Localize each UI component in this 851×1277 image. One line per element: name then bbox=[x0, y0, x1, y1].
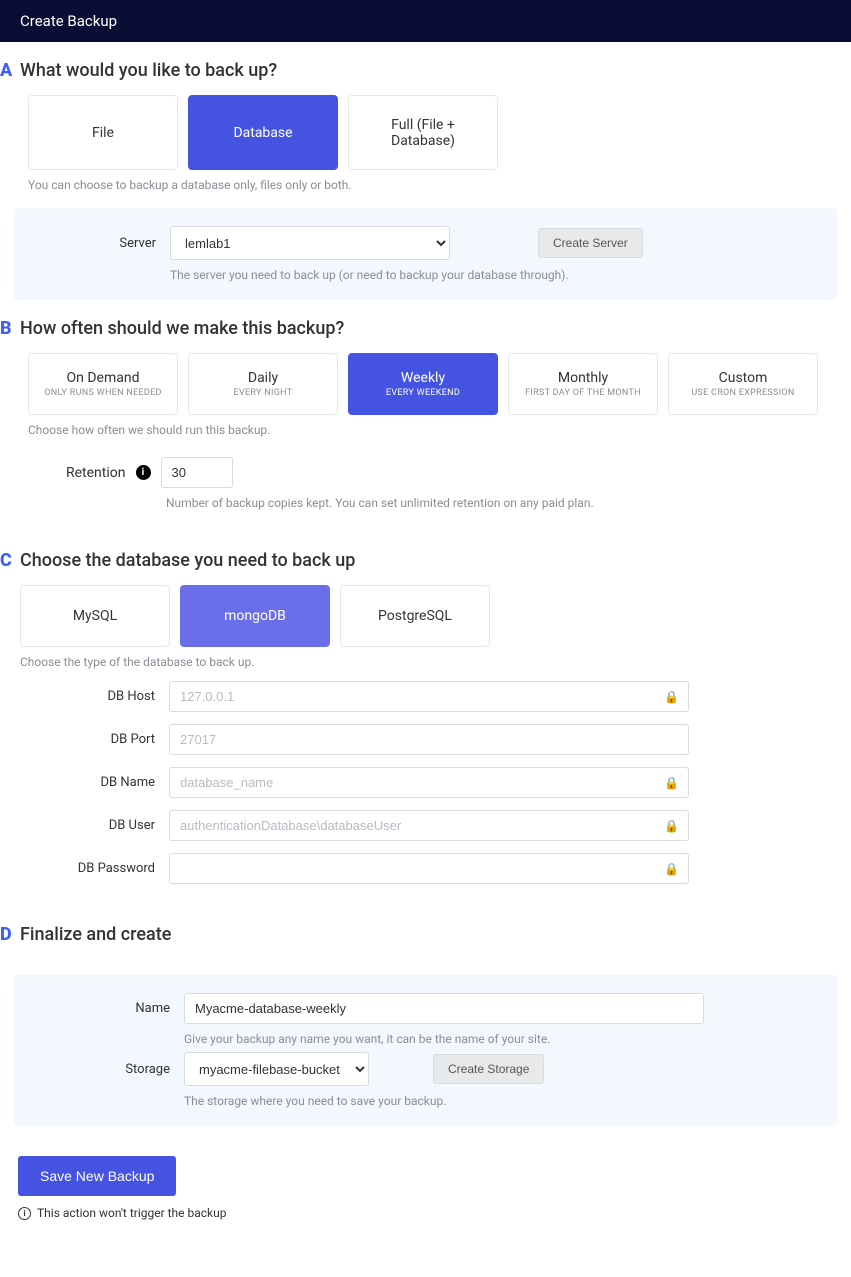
db-host-input[interactable] bbox=[169, 681, 689, 712]
lock-icon: 🔒 bbox=[664, 776, 679, 790]
server-label: Server bbox=[36, 236, 156, 251]
freq-custom[interactable]: Custom USE CRON EXPRESSION bbox=[668, 353, 818, 415]
db-host-label: DB Host bbox=[20, 689, 155, 704]
section-letter-b: B bbox=[0, 318, 18, 339]
name-helper: Give your backup any name you want, it c… bbox=[184, 1032, 815, 1046]
db-mongodb[interactable]: mongoDB bbox=[180, 585, 330, 647]
section-a-heading: A What would you like to back up? bbox=[0, 60, 851, 95]
server-select[interactable]: lemlab1 bbox=[170, 226, 450, 260]
storage-select[interactable]: myacme-filebase-bucket bbox=[184, 1052, 369, 1086]
db-password-input[interactable] bbox=[169, 853, 689, 884]
section-finalize: D Finalize and create Name Give your bac… bbox=[0, 924, 851, 1126]
create-server-button[interactable]: Create Server bbox=[538, 228, 643, 258]
freq-daily[interactable]: Daily EVERY NIGHT bbox=[188, 353, 338, 415]
section-letter-c: C bbox=[0, 550, 18, 571]
db-port-input[interactable] bbox=[169, 724, 689, 755]
backup-type-helper: You can choose to backup a database only… bbox=[28, 178, 831, 192]
db-postgresql[interactable]: PostgreSQL bbox=[340, 585, 490, 647]
section-letter-d: D bbox=[0, 924, 18, 945]
db-user-input[interactable] bbox=[169, 810, 689, 841]
section-b-heading: B How often should we make this backup? bbox=[0, 318, 851, 353]
retention-label: Retention bbox=[66, 465, 126, 481]
section-c-heading: C Choose the database you need to back u… bbox=[0, 550, 851, 585]
save-backup-button[interactable]: Save New Backup bbox=[18, 1156, 176, 1196]
page-header: Create Backup bbox=[0, 0, 851, 42]
db-name-label: DB Name bbox=[20, 775, 155, 790]
section-d-heading: D Finalize and create bbox=[0, 924, 851, 959]
section-frequency: B How often should we make this backup? … bbox=[0, 318, 851, 510]
db-name-input[interactable] bbox=[169, 767, 689, 798]
storage-helper: The storage where you need to save your … bbox=[184, 1094, 815, 1108]
freq-helper: Choose how often we should run this back… bbox=[28, 423, 831, 437]
lock-icon: 🔒 bbox=[664, 862, 679, 876]
section-letter-a: A bbox=[0, 60, 18, 81]
backup-type-file[interactable]: File bbox=[28, 95, 178, 170]
freq-ondemand[interactable]: On Demand ONLY RUNS WHEN NEEDED bbox=[28, 353, 178, 415]
backup-name-input[interactable] bbox=[184, 993, 704, 1024]
backup-type-full[interactable]: Full (File + Database) bbox=[348, 95, 498, 170]
lock-icon: 🔒 bbox=[664, 690, 679, 704]
footer-note: i This action won't trigger the backup bbox=[18, 1206, 833, 1220]
db-user-label: DB User bbox=[20, 818, 155, 833]
db-helper: Choose the type of the database to back … bbox=[20, 655, 831, 669]
server-panel: Server lemlab1 Create Server The server … bbox=[14, 208, 837, 300]
info-icon-outline: i bbox=[18, 1207, 31, 1220]
retention-helper: Number of backup copies kept. You can se… bbox=[166, 496, 831, 510]
server-helper: The server you need to back up (or need … bbox=[170, 268, 815, 282]
db-mysql[interactable]: MySQL bbox=[20, 585, 170, 647]
backup-type-database[interactable]: Database bbox=[188, 95, 338, 170]
page-title: Create Backup bbox=[20, 12, 117, 30]
retention-input[interactable] bbox=[161, 457, 233, 488]
freq-monthly[interactable]: Monthly FIRST DAY OF THE MONTH bbox=[508, 353, 658, 415]
db-port-label: DB Port bbox=[20, 732, 155, 747]
info-icon[interactable]: i bbox=[136, 465, 151, 480]
storage-label: Storage bbox=[36, 1062, 170, 1077]
lock-icon: 🔒 bbox=[664, 819, 679, 833]
db-password-label: DB Password bbox=[20, 861, 155, 876]
create-storage-button[interactable]: Create Storage bbox=[433, 1054, 544, 1084]
finalize-panel: Name Give your backup any name you want,… bbox=[14, 975, 837, 1126]
section-database: C Choose the database you need to back u… bbox=[0, 550, 851, 884]
freq-weekly[interactable]: Weekly EVERY WEEKEND bbox=[348, 353, 498, 415]
section-backup-type: A What would you like to back up? File D… bbox=[0, 60, 851, 300]
name-label: Name bbox=[36, 1001, 170, 1016]
